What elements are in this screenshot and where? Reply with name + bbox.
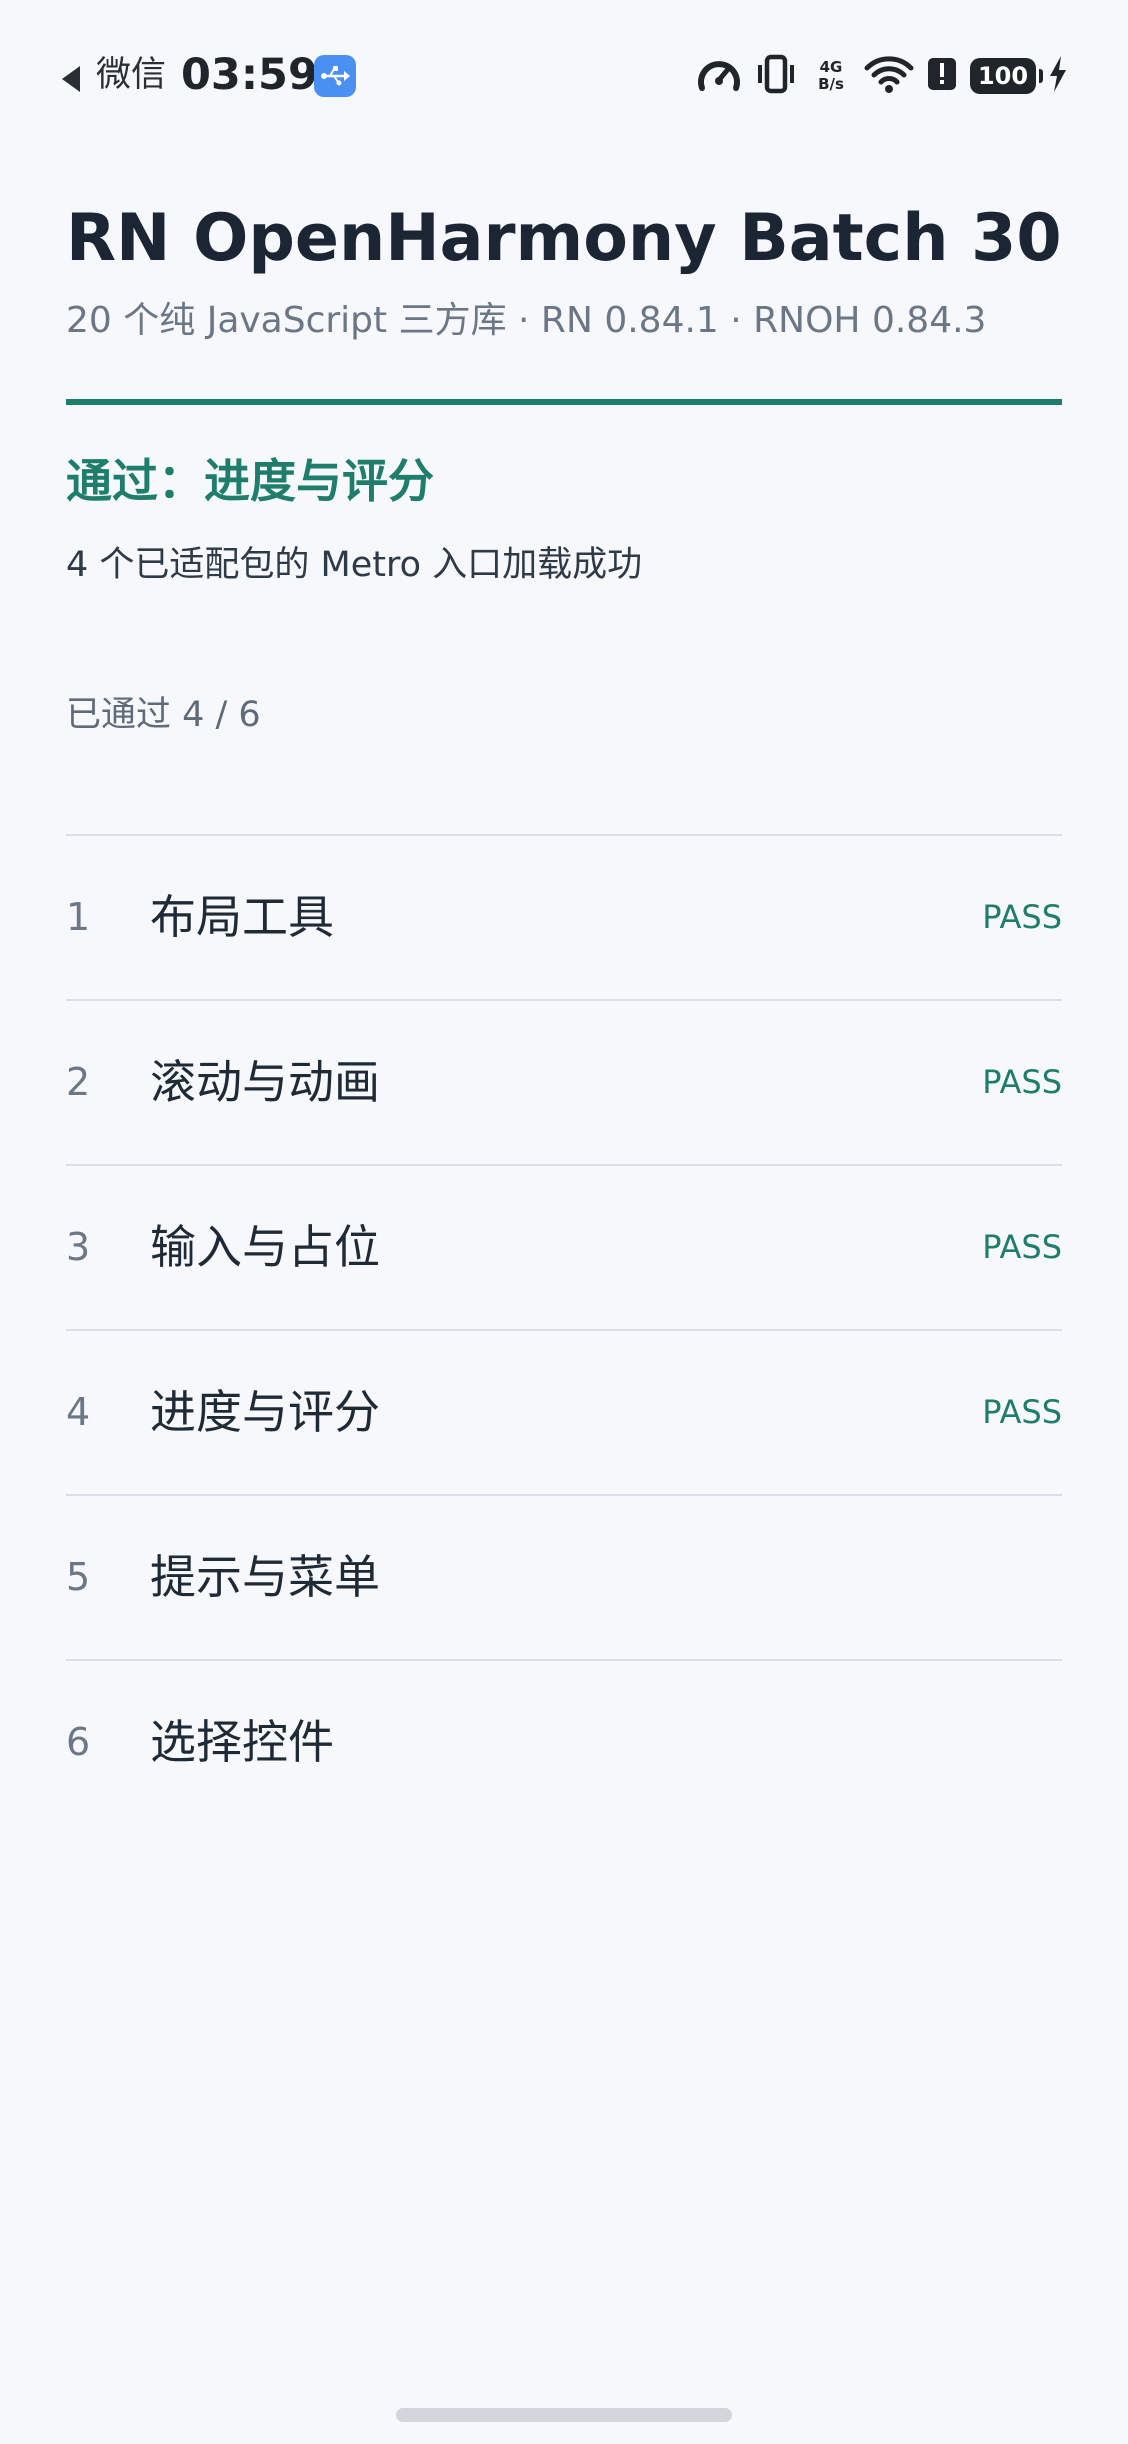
page-subtitle: 20 个纯 JavaScript 三方库 · RN 0.84.1 · RNOH … xyxy=(66,300,987,341)
home-indicator[interactable] xyxy=(396,2408,732,2422)
test-status: PASS xyxy=(982,898,1062,936)
back-app-label[interactable]: 微信 xyxy=(96,50,166,100)
progress-count: 已通过 4 / 6 xyxy=(66,695,261,735)
back-arrow-icon[interactable] xyxy=(62,66,80,92)
test-number: 6 xyxy=(66,1720,91,1764)
test-status: PASS xyxy=(982,1393,1062,1431)
test-status: PASS xyxy=(982,1063,1062,1101)
alert-icon xyxy=(926,54,958,98)
wifi-icon xyxy=(864,54,914,98)
test-row[interactable]: 6 选择控件 xyxy=(66,1659,1062,1824)
accent-divider xyxy=(66,399,1062,405)
test-name: 提示与菜单 xyxy=(150,1550,380,1604)
test-name: 进度与评分 xyxy=(150,1385,380,1439)
test-status: PASS xyxy=(982,1228,1062,1266)
net-speed-value: 4G xyxy=(819,58,843,76)
status-icons: 4G B/s 100 xyxy=(696,52,1068,100)
usb-icon xyxy=(314,55,356,97)
test-name: 布局工具 xyxy=(150,890,334,944)
test-number: 1 xyxy=(66,895,91,939)
test-name: 滚动与动画 xyxy=(150,1055,380,1109)
net-speed-unit: B/s xyxy=(818,75,844,93)
result-title: 通过：进度与评分 xyxy=(66,454,434,508)
net-speed-indicator: 4G B/s xyxy=(810,59,852,93)
test-number: 2 xyxy=(66,1060,91,1104)
status-bar: 微信 03:59 4G B/s 100 xyxy=(0,0,1128,150)
test-number: 5 xyxy=(66,1555,91,1599)
test-row[interactable]: 4 进度与评分 PASS xyxy=(66,1329,1062,1494)
charging-icon xyxy=(1048,54,1068,98)
test-row[interactable]: 5 提示与菜单 xyxy=(66,1494,1062,1659)
test-number: 4 xyxy=(66,1390,91,1434)
test-row[interactable]: 3 输入与占位 PASS xyxy=(66,1164,1062,1329)
test-number: 3 xyxy=(66,1225,91,1269)
page-title: RN OpenHarmony Batch 30 xyxy=(66,201,1062,276)
vibrate-icon xyxy=(754,54,798,98)
test-name: 输入与占位 xyxy=(150,1220,380,1274)
speed-gauge-icon xyxy=(696,54,742,98)
test-list: 1 布局工具 PASS 2 滚动与动画 PASS 3 输入与占位 PASS 4 … xyxy=(66,834,1062,1824)
result-detail: 4 个已适配包的 Metro 入口加载成功 xyxy=(66,545,643,585)
test-name: 选择控件 xyxy=(150,1715,334,1769)
test-row[interactable]: 2 滚动与动画 PASS xyxy=(66,999,1062,1164)
battery-icon: 100 xyxy=(970,58,1043,94)
status-time: 03:59 xyxy=(181,50,318,100)
test-row[interactable]: 1 布局工具 PASS xyxy=(66,834,1062,999)
